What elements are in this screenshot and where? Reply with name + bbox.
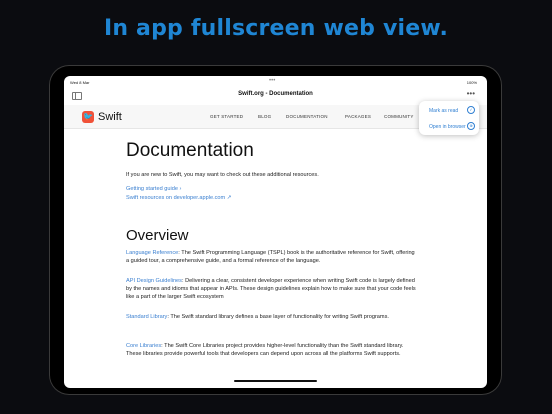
battery-indicator: 100% <box>466 80 477 85</box>
multitasking-dots[interactable]: ••• <box>269 78 275 84</box>
open-in-browser-label: Open in browser <box>429 124 466 130</box>
home-indicator[interactable] <box>234 380 317 382</box>
marketing-headline: In app fullscreen web view. <box>103 16 449 41</box>
globe-icon: ⊕ <box>467 122 475 130</box>
checkmark-icon: ✓ <box>467 106 475 114</box>
swift-logo-text: Swift <box>98 111 122 123</box>
action-menu: Mark as read ✓ Open in browser ⊕ <box>419 101 479 135</box>
standard-library-link[interactable]: Standard Library <box>126 314 167 320</box>
core-libraries-link[interactable]: Core Libraries <box>126 343 161 349</box>
nav-documentation[interactable]: DOCUMENTATION <box>286 114 328 119</box>
intro-text: If you are new to Swift, you may want to… <box>126 172 319 178</box>
more-icon[interactable]: ••• <box>467 89 475 98</box>
overview-text: : The Swift Core Libraries project provi… <box>126 343 404 357</box>
page-title: Documentation <box>126 140 254 161</box>
nav-packages[interactable]: PACKAGES <box>345 114 371 119</box>
ipad-frame: Wed 8 Mar ••• 100% Swift.org - Documenta… <box>49 65 502 395</box>
developer-apple-link[interactable]: Swift resources on developer.apple.com ↗ <box>126 194 416 202</box>
api-design-guidelines-link[interactable]: API Design Guidelines <box>126 278 182 284</box>
mark-as-read-item[interactable]: Mark as read ✓ <box>419 103 479 117</box>
swift-bird-icon: 🐦 <box>82 111 94 123</box>
overview-item: Core Libraries: The Swift Core Libraries… <box>126 342 416 358</box>
language-reference-link[interactable]: Language Reference <box>126 250 178 256</box>
overview-item: Language Reference: The Swift Programmin… <box>126 249 416 265</box>
swift-logo[interactable]: 🐦 Swift <box>82 110 122 124</box>
app-screen: Wed 8 Mar ••• 100% Swift.org - Documenta… <box>64 76 487 388</box>
getting-started-link[interactable]: Getting started guide › <box>126 185 416 193</box>
status-time: Wed 8 Mar <box>70 80 90 85</box>
web-view-title: Swift.org - Documentation <box>238 91 313 97</box>
status-bar: Wed 8 Mar ••• 100% <box>64 76 487 87</box>
open-in-browser-item[interactable]: Open in browser ⊕ <box>419 119 479 133</box>
overview-heading: Overview <box>126 227 189 244</box>
overview-item: Standard Library: The Swift standard lib… <box>126 313 416 321</box>
mark-as-read-label: Mark as read <box>429 108 459 114</box>
nav-community[interactable]: COMMUNITY <box>384 114 414 119</box>
overview-item: API Design Guidelines: Delivering a clea… <box>126 277 416 301</box>
overview-text: : The Swift standard library defines a b… <box>167 314 389 320</box>
nav-get-started[interactable]: GET STARTED <box>210 114 243 119</box>
nav-blog[interactable]: BLOG <box>258 114 271 119</box>
